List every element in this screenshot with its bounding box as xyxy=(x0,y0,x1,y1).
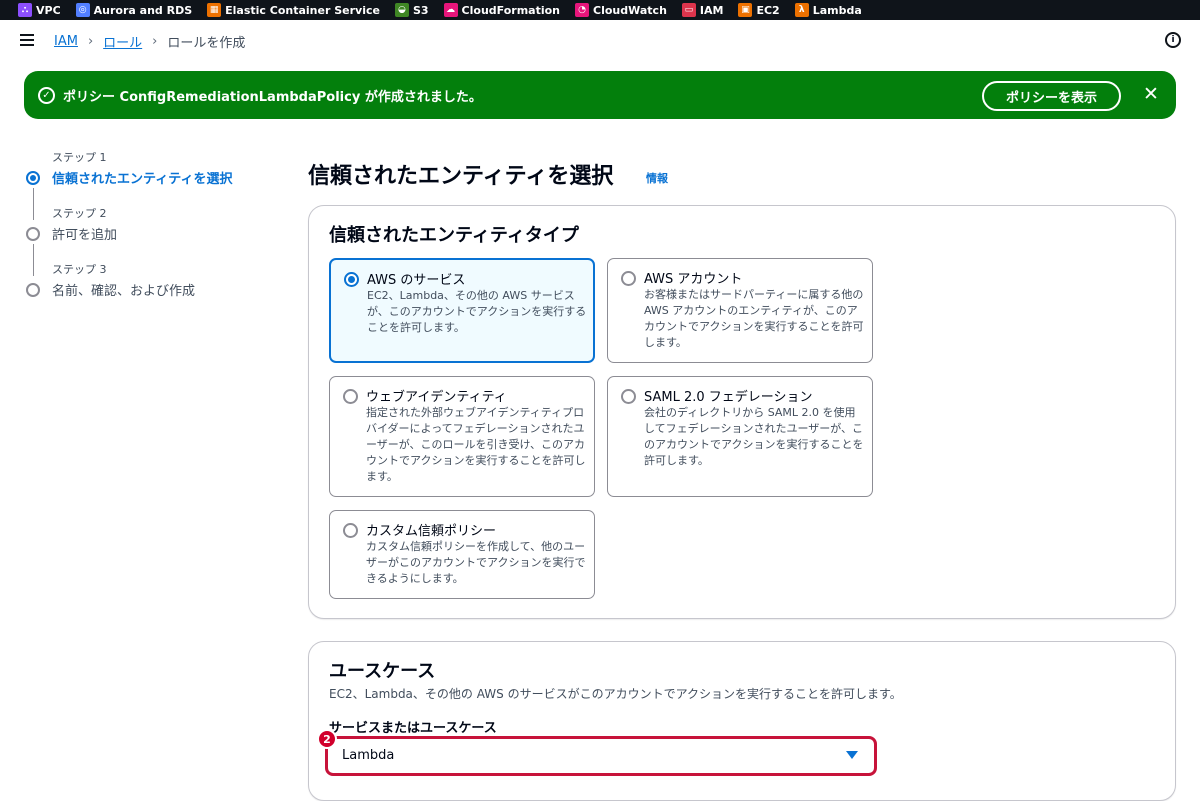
chevron-right-icon: › xyxy=(152,34,158,49)
success-banner: ✓ ポリシー ConfigRemediationLambdaPolicy が作成… xyxy=(24,71,1176,119)
cloudwatch-icon: ◔ xyxy=(575,3,590,17)
breadcrumb-roles[interactable]: ロール xyxy=(103,32,142,51)
favorite-ecs[interactable]: ▦ Elastic Container Service xyxy=(207,3,380,17)
page-title: 信頼されたエンティティを選択 xyxy=(308,164,614,189)
radio-button[interactable] xyxy=(621,271,636,286)
step-2: ステップ 2 許可を追加 xyxy=(24,204,260,276)
entity-type-card: 信頼されたエンティティタイプ AWS のサービス EC2、Lambda、その他の… xyxy=(308,205,1176,619)
info-icon[interactable]: i xyxy=(1165,32,1181,48)
chevron-right-icon: › xyxy=(87,34,94,49)
header: IAM › ロール › ロールを作成 i xyxy=(0,20,1200,62)
step-label: 信頼されたエンティティを選択 xyxy=(52,172,233,187)
option-aws-service[interactable]: AWS のサービス EC2、Lambda、その他の AWS サービスが、このアカ… xyxy=(329,258,595,363)
favorite-label: Aurora and RDS xyxy=(93,3,193,17)
step-label: 許可を追加 xyxy=(52,228,118,243)
radio-button[interactable] xyxy=(621,389,636,404)
step-label: 名前、確認、および作成 xyxy=(52,284,196,299)
favorite-iam[interactable]: ▭ IAM xyxy=(681,3,724,17)
favorite-label: Lambda xyxy=(812,3,862,17)
favorite-label: CloudFormation xyxy=(461,3,561,17)
step-indicator-icon xyxy=(26,171,40,185)
option-description: EC2、Lambda、その他の AWS サービスが、このアカウントでアクションを… xyxy=(367,289,587,334)
favorite-label: CloudWatch xyxy=(593,3,667,17)
info-link[interactable]: 情報 xyxy=(646,170,668,186)
service-field-label: サービスまたはユースケース xyxy=(329,721,497,736)
step-number: ステップ 1 xyxy=(52,151,107,164)
option-description: 会社のディレクトリから SAML 2.0 を使用してフェデレーションされたユーザ… xyxy=(644,406,864,467)
card-title: 信頼されたエンティティタイプ xyxy=(329,225,579,246)
iam-icon: ▭ xyxy=(681,3,696,17)
favorite-label: IAM xyxy=(699,3,724,17)
step-indicator-icon xyxy=(26,227,40,241)
option-title: カスタム信頼ポリシー xyxy=(366,524,497,539)
radio-button[interactable] xyxy=(344,272,359,287)
annotation-badge: 2 xyxy=(317,729,337,749)
ecs-icon: ▦ xyxy=(207,3,222,17)
banner-message: ポリシー ConfigRemediationLambdaPolicy が作成され… xyxy=(63,89,482,105)
favorite-label: VPC xyxy=(36,3,61,17)
s3-icon: ◒ xyxy=(394,3,409,17)
favorite-cloudwatch[interactable]: ◔ CloudWatch xyxy=(575,3,667,17)
step-1[interactable]: ステップ 1 信頼されたエンティティを選択 xyxy=(24,148,260,220)
step-number: ステップ 2 xyxy=(52,207,107,220)
favorite-cloudformation[interactable]: ☁ CloudFormation xyxy=(443,3,561,17)
use-case-card: ユースケース EC2、Lambda、その他の AWS のサービスがこのアカウント… xyxy=(308,641,1176,801)
breadcrumb: IAM › ロール › ロールを作成 xyxy=(54,32,245,51)
wizard-steps: ステップ 1 信頼されたエンティティを選択 ステップ 2 許可を追加 ステップ … xyxy=(24,148,260,316)
caret-down-icon xyxy=(846,751,858,759)
breadcrumb-current: ロールを作成 xyxy=(167,36,246,51)
view-policy-button[interactable]: ポリシーを表示 xyxy=(982,81,1121,111)
favorites-bar: ⛬ VPC ◎ Aurora and RDS ▦ Elastic Contain… xyxy=(0,0,1200,20)
step-3: ステップ 3 名前、確認、および作成 xyxy=(24,260,260,316)
option-web-identity[interactable]: ウェブアイデンティティ 指定された外部ウェブアイデンティティプロバイダーによって… xyxy=(329,376,595,497)
rds-icon: ◎ xyxy=(75,3,90,17)
favorite-vpc[interactable]: ⛬ VPC xyxy=(18,3,61,17)
option-saml-federation[interactable]: SAML 2.0 フェデレーション 会社のディレクトリから SAML 2.0 を… xyxy=(607,376,873,497)
radio-button[interactable] xyxy=(343,389,358,404)
radio-button[interactable] xyxy=(343,523,358,538)
option-description: 指定された外部ウェブアイデンティティプロバイダーによってフェデレーションされたユ… xyxy=(366,406,586,483)
select-value: Lambda xyxy=(342,748,395,763)
use-case-description: EC2、Lambda、その他の AWS のサービスがこのアカウントでアクションを… xyxy=(329,687,902,701)
menu-icon[interactable] xyxy=(20,34,34,46)
favorite-label: Elastic Container Service xyxy=(225,3,380,17)
breadcrumb-iam[interactable]: IAM xyxy=(54,34,78,49)
option-title: SAML 2.0 フェデレーション xyxy=(644,390,813,405)
option-title: AWS のサービス xyxy=(367,273,466,288)
close-icon[interactable]: ✕ xyxy=(1141,83,1161,105)
option-aws-account[interactable]: AWS アカウント お客様またはサードパーティーに属する他の AWS アカウント… xyxy=(607,258,873,363)
favorite-s3[interactable]: ◒ S3 xyxy=(394,3,429,17)
option-title: AWS アカウント xyxy=(644,272,743,287)
lambda-icon: λ xyxy=(794,3,809,17)
card-title: ユースケース xyxy=(329,661,436,682)
option-custom-trust-policy[interactable]: カスタム信頼ポリシー カスタム信頼ポリシーを作成して、他のユーザーがこのアカウン… xyxy=(329,510,595,599)
step-number: ステップ 3 xyxy=(52,263,107,276)
check-circle-icon: ✓ xyxy=(38,86,55,104)
vpc-icon: ⛬ xyxy=(18,3,32,17)
option-title: ウェブアイデンティティ xyxy=(366,390,507,405)
ec2-icon: ▣ xyxy=(738,3,753,17)
option-description: カスタム信頼ポリシーを作成して、他のユーザーがこのアカウントでアクションを実行で… xyxy=(366,540,586,585)
favorite-label: S3 xyxy=(412,3,429,17)
step-indicator-icon xyxy=(26,283,40,297)
cloudformation-icon: ☁ xyxy=(443,3,458,17)
favorite-lambda[interactable]: λ Lambda xyxy=(794,3,862,17)
favorite-ec2[interactable]: ▣ EC2 xyxy=(738,3,780,17)
option-description: お客様またはサードパーティーに属する他の AWS アカウントのエンティティが、こ… xyxy=(644,288,864,349)
service-select[interactable]: Lambda xyxy=(325,736,877,776)
favorite-label: EC2 xyxy=(756,3,780,17)
favorite-rds[interactable]: ◎ Aurora and RDS xyxy=(75,3,193,17)
